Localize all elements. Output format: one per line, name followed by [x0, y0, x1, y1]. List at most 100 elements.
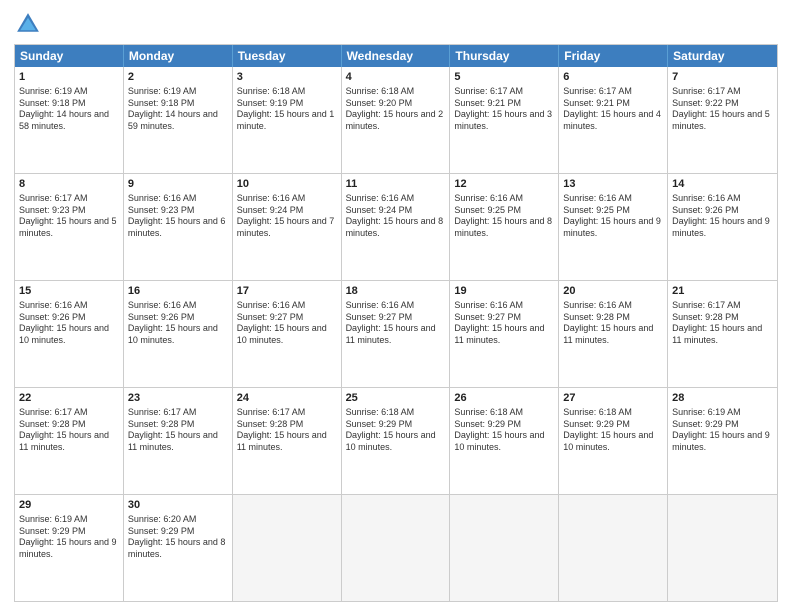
calendar-row-4: 22 Sunrise: 6:17 AM Sunset: 9:28 PM Dayli… [15, 387, 777, 494]
day-number: 22 [19, 391, 119, 406]
day-number: 9 [128, 177, 228, 192]
cell-sun-info: Sunrise: 6:17 AM Sunset: 9:21 PM Dayligh… [454, 86, 554, 133]
day-number: 28 [672, 391, 773, 406]
cell-sun-info: Sunrise: 6:16 AM Sunset: 9:23 PM Dayligh… [128, 193, 228, 240]
calendar-row-2: 8Sunrise: 6:17 AM Sunset: 9:23 PM Daylig… [15, 173, 777, 280]
cell-sun-info: Sunrise: 6:18 AM Sunset: 9:29 PM Dayligh… [563, 407, 663, 454]
cell-sun-info: Sunrise: 6:18 AM Sunset: 9:29 PM Dayligh… [454, 407, 554, 454]
day-number: 3 [237, 70, 337, 85]
day-cell-4: 4Sunrise: 6:18 AM Sunset: 9:20 PM Daylig… [342, 67, 451, 173]
day-cell-empty-4-4 [450, 495, 559, 601]
day-number: 30 [128, 498, 228, 513]
cell-sun-info: Sunrise: 6:17 AM Sunset: 9:21 PM Dayligh… [563, 86, 663, 133]
cell-sun-info: Sunrise: 6:16 AM Sunset: 9:26 PM Dayligh… [19, 300, 119, 347]
cell-sun-info: Sunrise: 6:16 AM Sunset: 9:25 PM Dayligh… [563, 193, 663, 240]
calendar-row-3: 15Sunrise: 6:16 AM Sunset: 9:26 PM Dayli… [15, 280, 777, 387]
day-cell-11: 11Sunrise: 6:16 AM Sunset: 9:24 PM Dayli… [342, 174, 451, 280]
day-number: 11 [346, 177, 446, 192]
day-cell-5: 5Sunrise: 6:17 AM Sunset: 9:21 PM Daylig… [450, 67, 559, 173]
day-cell-1: 1Sunrise: 6:19 AM Sunset: 9:18 PM Daylig… [15, 67, 124, 173]
calendar-row-1: 1Sunrise: 6:19 AM Sunset: 9:18 PM Daylig… [15, 67, 777, 173]
day-number: 2 [128, 70, 228, 85]
day-number: 25 [346, 391, 446, 406]
day-cell-10: 10Sunrise: 6:16 AM Sunset: 9:24 PM Dayli… [233, 174, 342, 280]
cell-sun-info: Sunrise: 6:16 AM Sunset: 9:28 PM Dayligh… [563, 300, 663, 347]
day-number: 29 [19, 498, 119, 513]
day-cell-26: 26Sunrise: 6:18 AM Sunset: 9:29 PM Dayli… [450, 388, 559, 494]
cell-sun-info: Sunrise: 6:19 AM Sunset: 9:29 PM Dayligh… [19, 514, 119, 561]
day-header-wednesday: Wednesday [342, 45, 451, 67]
cell-sun-info: Sunrise: 6:17 AM Sunset: 9:28 PM Dayligh… [237, 407, 337, 454]
day-number: 15 [19, 284, 119, 299]
day-number: 10 [237, 177, 337, 192]
cell-sun-info: Sunrise: 6:19 AM Sunset: 9:29 PM Dayligh… [672, 407, 773, 454]
day-cell-29: 29Sunrise: 6:19 AM Sunset: 9:29 PM Dayli… [15, 495, 124, 601]
day-number: 19 [454, 284, 554, 299]
page: SundayMondayTuesdayWednesdayThursdayFrid… [0, 0, 792, 612]
day-cell-3: 3Sunrise: 6:18 AM Sunset: 9:19 PM Daylig… [233, 67, 342, 173]
day-number: 21 [672, 284, 773, 299]
day-number: 23 [128, 391, 228, 406]
day-number: 7 [672, 70, 773, 85]
cell-sun-info: Sunrise: 6:19 AM Sunset: 9:18 PM Dayligh… [128, 86, 228, 133]
day-cell-empty-4-6 [668, 495, 777, 601]
cell-sun-info: Sunrise: 6:16 AM Sunset: 9:25 PM Dayligh… [454, 193, 554, 240]
day-cell-12: 12Sunrise: 6:16 AM Sunset: 9:25 PM Dayli… [450, 174, 559, 280]
day-number: 24 [237, 391, 337, 406]
day-header-saturday: Saturday [668, 45, 777, 67]
day-number: 26 [454, 391, 554, 406]
cell-sun-info: Sunrise: 6:16 AM Sunset: 9:27 PM Dayligh… [346, 300, 446, 347]
day-cell-13: 13Sunrise: 6:16 AM Sunset: 9:25 PM Dayli… [559, 174, 668, 280]
day-number: 27 [563, 391, 663, 406]
day-cell-15: 15Sunrise: 6:16 AM Sunset: 9:26 PM Dayli… [15, 281, 124, 387]
cell-sun-info: Sunrise: 6:16 AM Sunset: 9:24 PM Dayligh… [346, 193, 446, 240]
day-cell-27: 27Sunrise: 6:18 AM Sunset: 9:29 PM Dayli… [559, 388, 668, 494]
day-number: 18 [346, 284, 446, 299]
day-header-monday: Monday [124, 45, 233, 67]
cell-sun-info: Sunrise: 6:19 AM Sunset: 9:18 PM Dayligh… [19, 86, 119, 133]
day-header-thursday: Thursday [450, 45, 559, 67]
cell-sun-info: Sunrise: 6:17 AM Sunset: 9:28 PM Dayligh… [672, 300, 773, 347]
day-number: 17 [237, 284, 337, 299]
calendar-body: 1Sunrise: 6:19 AM Sunset: 9:18 PM Daylig… [15, 67, 777, 601]
day-cell-empty-4-2 [233, 495, 342, 601]
cell-sun-info: Sunrise: 6:17 AM Sunset: 9:22 PM Dayligh… [672, 86, 773, 133]
day-cell-14: 14Sunrise: 6:16 AM Sunset: 9:26 PM Dayli… [668, 174, 777, 280]
cell-sun-info: Sunrise: 6:16 AM Sunset: 9:26 PM Dayligh… [672, 193, 773, 240]
logo-icon [14, 10, 42, 38]
day-cell-23: 23Sunrise: 6:17 AM Sunset: 9:28 PM Dayli… [124, 388, 233, 494]
cell-sun-info: Sunrise: 6:17 AM Sunset: 9:28 PM Dayligh… [128, 407, 228, 454]
day-number: 4 [346, 70, 446, 85]
cell-sun-info: Sunrise: 6:20 AM Sunset: 9:29 PM Dayligh… [128, 514, 228, 561]
cell-sun-info: Sunrise: 6:18 AM Sunset: 9:29 PM Dayligh… [346, 407, 446, 454]
day-number: 1 [19, 70, 119, 85]
cell-sun-info: Sunrise: 6:16 AM Sunset: 9:27 PM Dayligh… [237, 300, 337, 347]
day-cell-18: 18Sunrise: 6:16 AM Sunset: 9:27 PM Dayli… [342, 281, 451, 387]
calendar-header: SundayMondayTuesdayWednesdayThursdayFrid… [15, 45, 777, 67]
day-number: 8 [19, 177, 119, 192]
day-cell-6: 6Sunrise: 6:17 AM Sunset: 9:21 PM Daylig… [559, 67, 668, 173]
day-header-tuesday: Tuesday [233, 45, 342, 67]
day-number: 5 [454, 70, 554, 85]
day-number: 16 [128, 284, 228, 299]
day-cell-20: 20Sunrise: 6:16 AM Sunset: 9:28 PM Dayli… [559, 281, 668, 387]
day-cell-2: 2Sunrise: 6:19 AM Sunset: 9:18 PM Daylig… [124, 67, 233, 173]
day-cell-21: 21Sunrise: 6:17 AM Sunset: 9:28 PM Dayli… [668, 281, 777, 387]
cell-sun-info: Sunrise: 6:16 AM Sunset: 9:26 PM Dayligh… [128, 300, 228, 347]
day-cell-24: 24Sunrise: 6:17 AM Sunset: 9:28 PM Dayli… [233, 388, 342, 494]
cell-sun-info: Sunrise: 6:18 AM Sunset: 9:20 PM Dayligh… [346, 86, 446, 133]
day-number: 12 [454, 177, 554, 192]
cell-sun-info: Sunrise: 6:17 AM Sunset: 9:23 PM Dayligh… [19, 193, 119, 240]
day-number: 14 [672, 177, 773, 192]
day-cell-17: 17Sunrise: 6:16 AM Sunset: 9:27 PM Dayli… [233, 281, 342, 387]
cell-sun-info: Sunrise: 6:16 AM Sunset: 9:27 PM Dayligh… [454, 300, 554, 347]
calendar: SundayMondayTuesdayWednesdayThursdayFrid… [14, 44, 778, 602]
cell-sun-info: Sunrise: 6:16 AM Sunset: 9:24 PM Dayligh… [237, 193, 337, 240]
day-cell-25: 25Sunrise: 6:18 AM Sunset: 9:29 PM Dayli… [342, 388, 451, 494]
day-cell-28: 28Sunrise: 6:19 AM Sunset: 9:29 PM Dayli… [668, 388, 777, 494]
day-cell-30: 30Sunrise: 6:20 AM Sunset: 9:29 PM Dayli… [124, 495, 233, 601]
cell-sun-info: Sunrise: 6:18 AM Sunset: 9:19 PM Dayligh… [237, 86, 337, 133]
day-header-friday: Friday [559, 45, 668, 67]
day-number: 20 [563, 284, 663, 299]
header [14, 10, 778, 38]
